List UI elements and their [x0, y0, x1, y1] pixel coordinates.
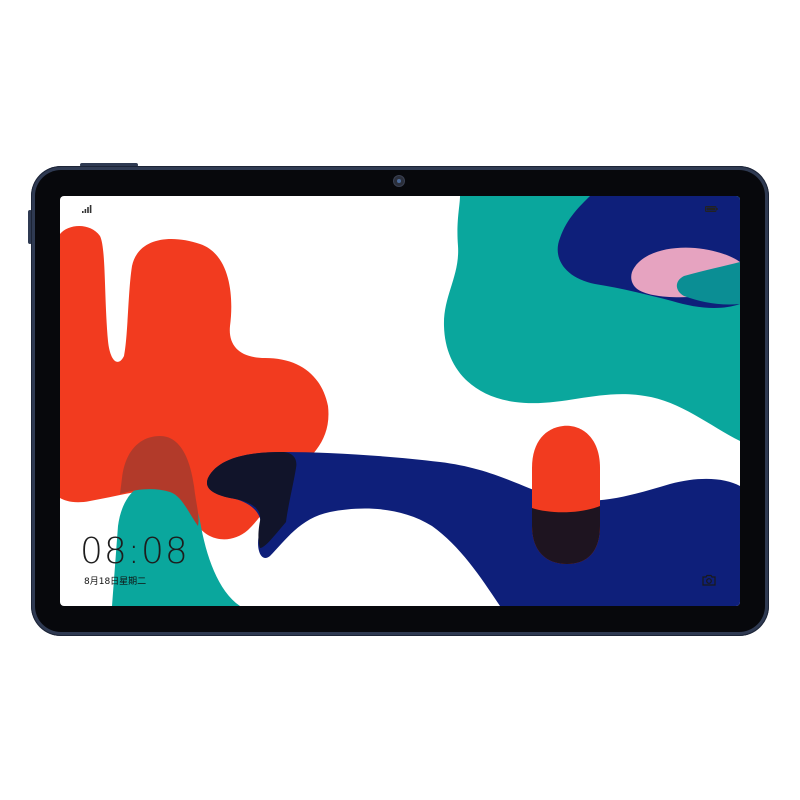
product-image-stage: 08:08 8月18日星期二: [0, 0, 800, 800]
lock-screen-time: 08:08: [80, 531, 189, 572]
lock-screen: 08:08 8月18日星期二: [60, 196, 740, 606]
lock-screen-date: 8月18日星期二: [84, 577, 147, 587]
signal-icon: [82, 205, 92, 213]
battery-icon: [705, 206, 718, 212]
camera-icon[interactable]: [702, 574, 716, 586]
front-camera-icon: [394, 176, 404, 186]
camera-lens: [397, 179, 401, 183]
